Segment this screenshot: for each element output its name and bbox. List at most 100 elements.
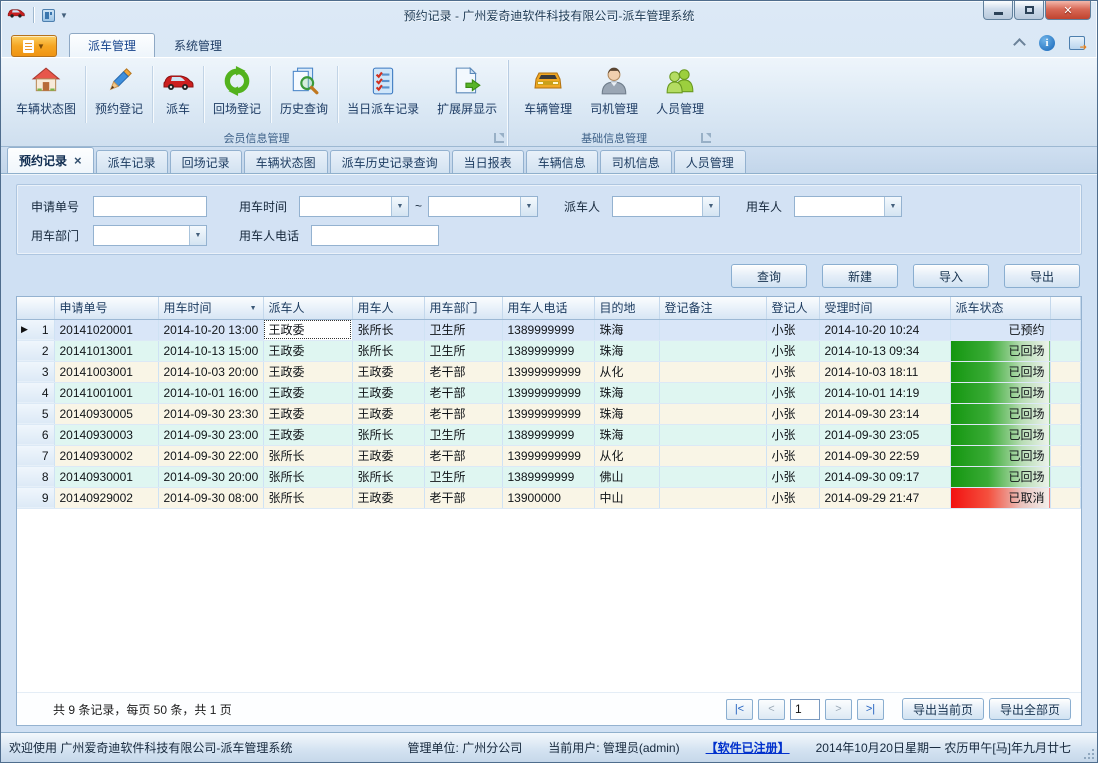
cell-dept[interactable]: 卫生所	[424, 340, 502, 361]
cell-remark[interactable]	[659, 361, 766, 382]
import-button[interactable]: 导入	[913, 264, 989, 288]
cell-phone[interactable]: 13999999999	[502, 403, 594, 424]
cell-dest[interactable]: 从化	[594, 445, 659, 466]
column-header[interactable]: 目的地	[594, 297, 659, 319]
maximize-button[interactable]	[1014, 1, 1044, 20]
cell-remark[interactable]	[659, 340, 766, 361]
cell-use_time[interactable]: 2014-10-01 16:00	[158, 382, 263, 403]
column-header[interactable]: 用车部门	[424, 297, 502, 319]
extended-screen-button[interactable]: 扩展屏显示	[428, 60, 506, 129]
cell-remark[interactable]	[659, 319, 766, 340]
dialog-launcher-icon[interactable]	[701, 133, 711, 143]
export-current-page-button[interactable]: 导出当前页	[902, 698, 984, 720]
column-header[interactable]: 用车人	[352, 297, 424, 319]
table-row[interactable]: 9201409290022014-09-30 08:00张所长王政委老干部139…	[17, 487, 1081, 508]
cell-phone[interactable]: 1389999999	[502, 319, 594, 340]
cell-phone[interactable]: 1389999999	[502, 340, 594, 361]
cell-use_time[interactable]: 2014-10-13 15:00	[158, 340, 263, 361]
driver-manage-button[interactable]: 司机管理	[581, 60, 647, 129]
cell-remark[interactable]	[659, 424, 766, 445]
prev-page-button[interactable]: <	[758, 699, 785, 720]
doc-tab-1[interactable]: 派车记录	[96, 150, 168, 173]
create-button[interactable]: 新建	[822, 264, 898, 288]
cell-remark[interactable]	[659, 403, 766, 424]
doc-tab-6[interactable]: 车辆信息	[526, 150, 598, 173]
cell-order_no[interactable]: 20140930002	[54, 445, 158, 466]
chevron-down-icon[interactable]: ▼	[884, 197, 901, 216]
column-header[interactable]: 受理时间	[819, 297, 950, 319]
cell-order_no[interactable]: 20141020001	[54, 319, 158, 340]
cell-remark[interactable]	[659, 487, 766, 508]
doc-tab-5[interactable]: 当日报表	[452, 150, 524, 173]
cell-use_time[interactable]: 2014-10-20 13:00	[158, 319, 263, 340]
cell-use_time[interactable]: 2014-09-30 08:00	[158, 487, 263, 508]
cell-dest[interactable]: 珠海	[594, 403, 659, 424]
daily-dispatch-records-button[interactable]: 当日派车记录	[338, 60, 428, 129]
column-header[interactable]: 派车人	[263, 297, 352, 319]
cell-user[interactable]: 张所长	[352, 424, 424, 445]
cell-accept_time[interactable]: 2014-09-30 22:59	[819, 445, 950, 466]
cell-registrar[interactable]: 小张	[766, 382, 819, 403]
cell-order_no[interactable]: 20140930005	[54, 403, 158, 424]
cell-registrar[interactable]: 小张	[766, 466, 819, 487]
cell-user[interactable]: 张所长	[352, 466, 424, 487]
row-selector-cell[interactable]: 4	[17, 382, 54, 403]
column-header[interactable]: 登记人	[766, 297, 819, 319]
cell-user[interactable]: 张所长	[352, 319, 424, 340]
cell-dest[interactable]: 珠海	[594, 340, 659, 361]
doc-tab-8[interactable]: 人员管理	[674, 150, 746, 173]
cell-dept[interactable]: 老干部	[424, 445, 502, 466]
collapse-ribbon-icon[interactable]	[1015, 40, 1025, 46]
vehicle-manage-button[interactable]: 车辆管理	[515, 60, 581, 129]
row-selector-cell[interactable]: 9	[17, 487, 54, 508]
chevron-down-icon[interactable]: ▼	[189, 226, 206, 245]
cell-accept_time[interactable]: 2014-09-30 23:05	[819, 424, 950, 445]
dialog-launcher-icon[interactable]	[494, 133, 504, 143]
cell-phone[interactable]: 1389999999	[502, 466, 594, 487]
cell-user[interactable]: 王政委	[352, 487, 424, 508]
cell-registrar[interactable]: 小张	[766, 403, 819, 424]
cell-status[interactable]: 已回场	[950, 466, 1050, 487]
row-selector-cell[interactable]: ▶1	[17, 319, 54, 340]
cell-registrar[interactable]: 小张	[766, 361, 819, 382]
cell-dept[interactable]: 老干部	[424, 382, 502, 403]
cell-dept[interactable]: 老干部	[424, 361, 502, 382]
ribbon-tab-system[interactable]: 系统管理	[155, 33, 241, 57]
cell-status[interactable]: 已回场	[950, 340, 1050, 361]
dispatch-button[interactable]: 派车	[153, 60, 203, 129]
export-button[interactable]: 导出	[1004, 264, 1080, 288]
cell-accept_time[interactable]: 2014-09-30 09:17	[819, 466, 950, 487]
vehicle-status-map-button[interactable]: 车辆状态图	[7, 60, 85, 129]
user-combo[interactable]: ▼	[794, 196, 902, 217]
cell-phone[interactable]: 1389999999	[502, 424, 594, 445]
cell-use_time[interactable]: 2014-10-03 20:00	[158, 361, 263, 382]
column-header[interactable]: 申请单号	[54, 297, 158, 319]
cell-order_no[interactable]: 20141003001	[54, 361, 158, 382]
cell-registrar[interactable]: 小张	[766, 424, 819, 445]
table-row[interactable]: 6201409300032014-09-30 23:00王政委张所长卫生所138…	[17, 424, 1081, 445]
cell-use_time[interactable]: 2014-09-30 23:30	[158, 403, 263, 424]
cell-dept[interactable]: 卫生所	[424, 424, 502, 445]
use-time-to-combo[interactable]: ▼	[428, 196, 538, 217]
resize-grip[interactable]	[1083, 748, 1094, 759]
sort-arrow-icon[interactable]: ▼	[250, 305, 257, 312]
column-header[interactable]: 派车状态	[950, 297, 1050, 319]
cell-dispatcher[interactable]: 王政委	[263, 340, 352, 361]
cell-order_no[interactable]: 20140930001	[54, 466, 158, 487]
cell-dispatcher[interactable]: 王政委	[263, 319, 352, 340]
cell-registrar[interactable]: 小张	[766, 445, 819, 466]
dispatcher-combo[interactable]: ▼	[612, 196, 720, 217]
application-menu-button[interactable]: ▼	[11, 35, 57, 57]
info-icon[interactable]: i	[1039, 35, 1055, 51]
cell-dest[interactable]: 从化	[594, 361, 659, 382]
cell-status[interactable]: 已回场	[950, 382, 1050, 403]
cell-status[interactable]: 已取消	[950, 487, 1050, 508]
cell-use_time[interactable]: 2014-09-30 23:00	[158, 424, 263, 445]
row-selector-cell[interactable]: 6	[17, 424, 54, 445]
cell-dest[interactable]: 珠海	[594, 319, 659, 340]
window-style-icon[interactable]	[1069, 36, 1085, 50]
chevron-down-icon[interactable]: ▼	[702, 197, 719, 216]
cell-phone[interactable]: 13900000	[502, 487, 594, 508]
cell-registrar[interactable]: 小张	[766, 487, 819, 508]
doc-tab-7[interactable]: 司机信息	[600, 150, 672, 173]
